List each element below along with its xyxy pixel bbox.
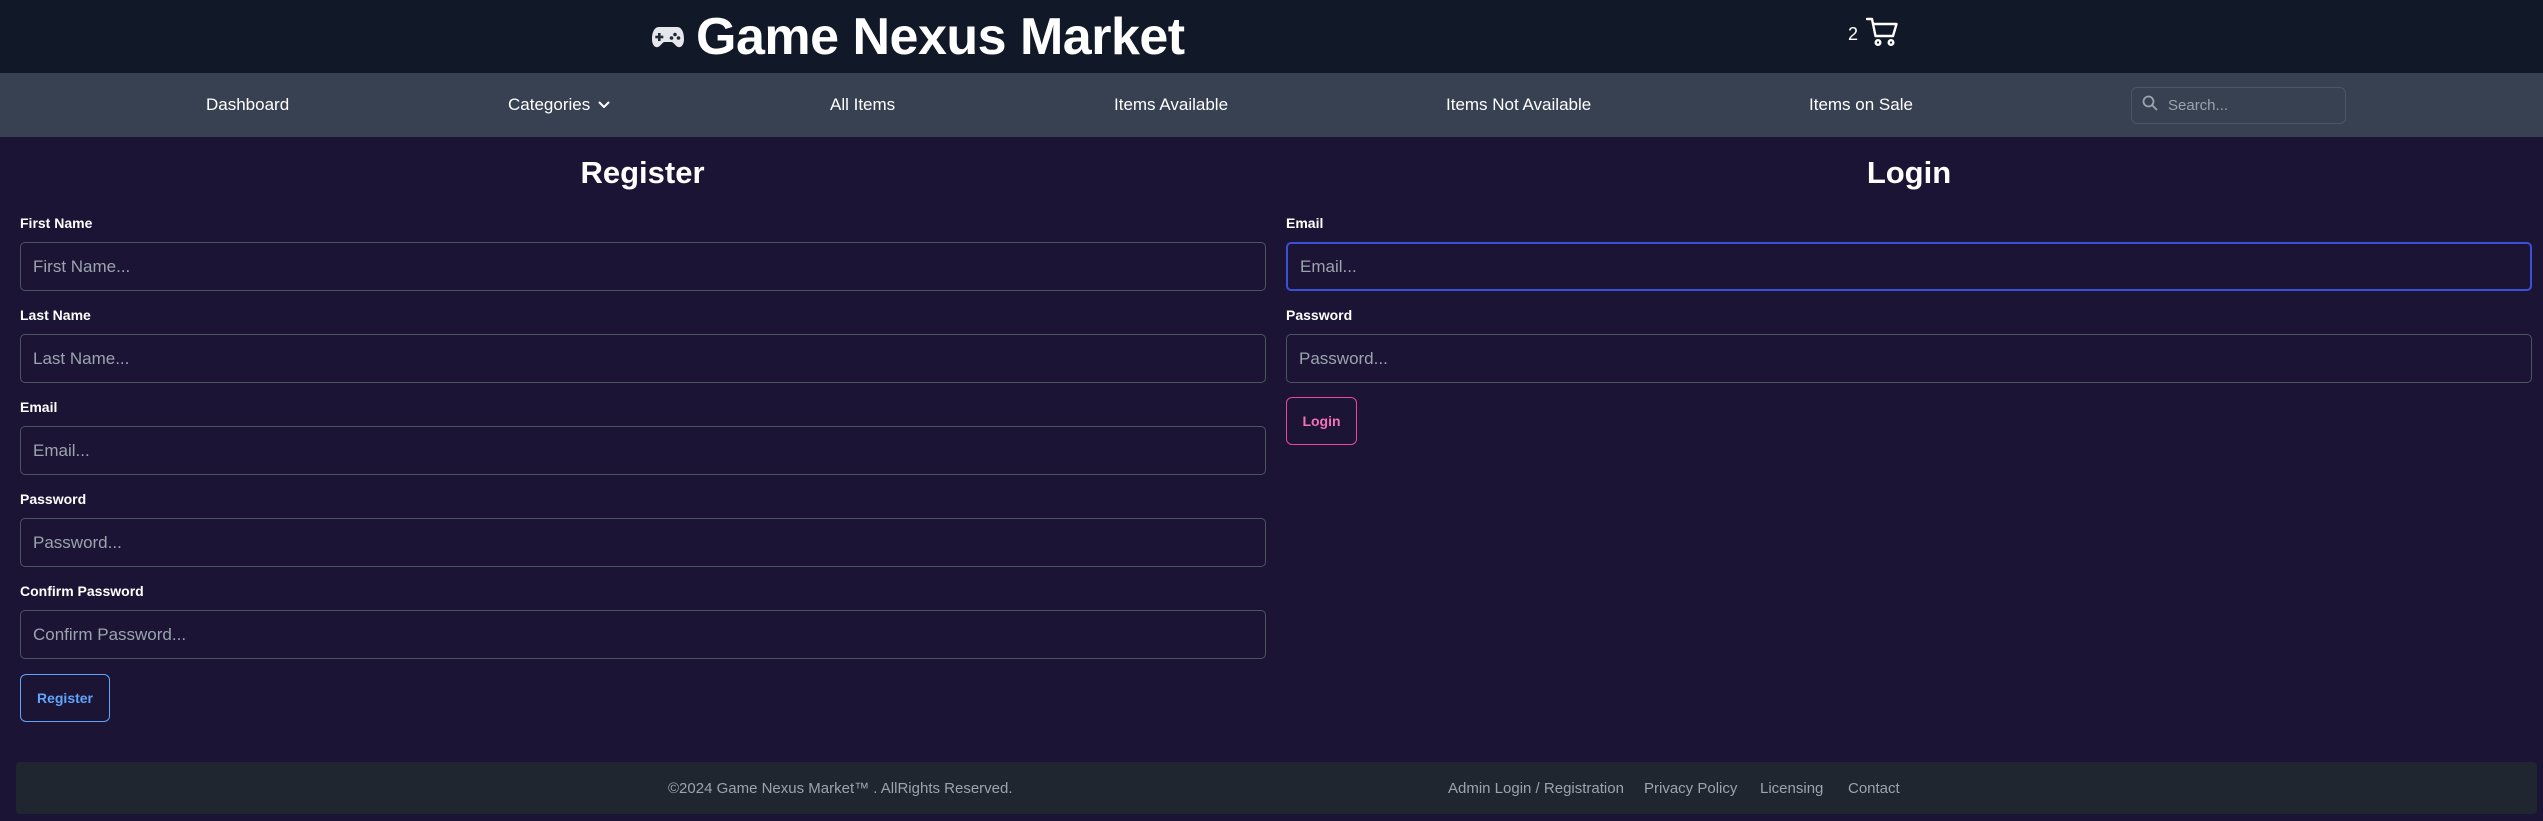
login-title: Login [1866, 155, 1952, 190]
brand-title: Game Nexus Market [696, 7, 1185, 66]
cart-button[interactable]: 2 [1848, 16, 1898, 52]
chevron-down-icon [598, 101, 610, 109]
login-password-label: Password [1286, 307, 1353, 323]
shopping-cart-icon [1865, 17, 1898, 52]
confirm-password-label: Confirm Password [20, 583, 144, 599]
top-header: Game Nexus Market 2 [0, 0, 2543, 73]
register-email-label: Email [20, 399, 58, 415]
search-box [2131, 87, 2346, 124]
footer-link-privacy-policy[interactable]: Privacy Policy [1644, 762, 1737, 814]
nav-all-items[interactable]: All Items [830, 73, 895, 137]
first-name-input[interactable] [20, 242, 1266, 291]
brand[interactable]: Game Nexus Market [650, 0, 1185, 73]
footer-link-licensing[interactable]: Licensing [1760, 762, 1823, 814]
nav-dashboard-label: Dashboard [206, 95, 290, 114]
nav-items-not-available-label: Items Not Available [1446, 95, 1592, 114]
login-email-label: Email [1286, 215, 1324, 231]
search-input[interactable] [2168, 97, 2328, 114]
login-button[interactable]: Login [1286, 397, 1357, 445]
first-name-label: First Name [20, 215, 93, 231]
register-title: Register [580, 155, 705, 190]
nav-items-available[interactable]: Items Available [1114, 73, 1228, 137]
confirm-password-input[interactable] [20, 610, 1266, 659]
register-password-label: Password [20, 491, 87, 507]
footer-link-contact[interactable]: Contact [1848, 762, 1900, 814]
login-password-input[interactable] [1286, 334, 2532, 383]
gamepad-icon [650, 19, 686, 55]
register-email-input[interactable] [20, 426, 1266, 475]
search-icon [2142, 95, 2158, 116]
nav-items-on-sale[interactable]: Items on Sale [1809, 73, 1913, 137]
footer-copyright: ©2024 Game Nexus Market™ . AllRights Res… [668, 779, 1013, 797]
cart-count: 2 [1848, 23, 1859, 44]
last-name-label: Last Name [20, 307, 91, 323]
last-name-input[interactable] [20, 334, 1266, 383]
nav-all-items-label: All Items [830, 95, 896, 114]
register-password-input[interactable] [20, 518, 1266, 567]
login-email-input[interactable] [1286, 242, 2532, 291]
nav-categories-dropdown[interactable]: Categories [508, 73, 610, 137]
register-button[interactable]: Register [20, 674, 110, 722]
nav-items-available-label: Items Available [1114, 95, 1229, 114]
nav-items-not-available[interactable]: Items Not Available [1446, 73, 1591, 137]
nav-categories-label: Categories [508, 95, 591, 114]
nav-dashboard[interactable]: Dashboard [206, 73, 289, 137]
nav-items-on-sale-label: Items on Sale [1809, 95, 1913, 114]
footer: ©2024 Game Nexus Market™ . AllRights Res… [16, 762, 2537, 814]
footer-link-admin-login[interactable]: Admin Login / Registration [1448, 762, 1624, 814]
